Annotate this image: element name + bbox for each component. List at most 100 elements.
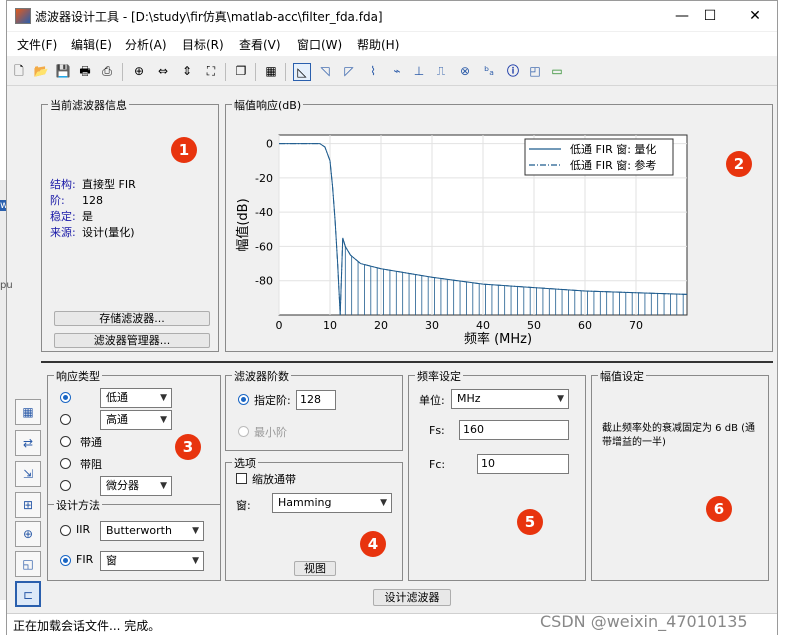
iir-method-select[interactable]: Butterworth ▼ xyxy=(100,521,204,541)
realize-icon[interactable]: ▭ xyxy=(549,63,565,79)
side-design-filter-button[interactable]: ⊏ xyxy=(15,581,41,607)
source-label: 来源: xyxy=(50,226,76,239)
menu-file[interactable]: 文件(F) xyxy=(17,36,57,53)
response-type-legend: 响应类型 xyxy=(54,368,102,384)
highpass-select[interactable]: 高通 ▼ xyxy=(100,410,172,430)
coefficients-icon[interactable]: ᵇₐ xyxy=(481,63,497,79)
x-tick-label: 60 xyxy=(578,319,592,332)
zoom-y-icon[interactable]: ⇕ xyxy=(179,63,195,79)
chevron-down-icon: ▼ xyxy=(380,498,387,508)
magnitude-chart: 0 10 20 30 40 50 60 70 0 -20 -40 -60 -80 频率 (MHz) 幅值… xyxy=(235,134,688,347)
fir-method-value: 窗 xyxy=(106,554,117,567)
filter-info-list: 结构: 直接型 FIR 阶: 128 稳定: 是 来源: 设计(量化) xyxy=(50,177,136,241)
chevron-down-icon: ▼ xyxy=(557,394,564,404)
badge-5: 5 xyxy=(517,509,543,535)
specify-order-label: 指定阶: xyxy=(254,394,291,407)
options-legend: 选项 xyxy=(232,455,258,471)
zoom-x-icon[interactable]: ⇔ xyxy=(155,63,171,79)
menu-target[interactable]: 目标(R) xyxy=(182,36,224,53)
store-filter-button[interactable]: 存储滤波器... xyxy=(54,311,210,326)
new-icon[interactable]: 🗋 xyxy=(11,63,27,79)
order-input[interactable]: 128 xyxy=(296,390,336,410)
radio-iir[interactable] xyxy=(60,525,71,536)
x-tick-label: 40 xyxy=(476,319,490,332)
group-delay-icon[interactable]: ⌇ xyxy=(365,63,381,79)
design-filter-button[interactable]: 设计滤波器 xyxy=(373,589,451,606)
bandstop-label: 带阻 xyxy=(80,458,102,471)
chevron-down-icon: ▼ xyxy=(160,481,167,491)
y-tick-label: -80 xyxy=(255,275,273,288)
print-icon[interactable]: 🖶 xyxy=(77,63,93,79)
magnitude-spec-text: 截止频率处的衰减固定为 6 dB (通带增益的一半) xyxy=(602,423,756,448)
info-icon[interactable]: ⓘ xyxy=(505,63,521,79)
order-label: 阶: xyxy=(50,194,65,207)
save-icon[interactable]: 💾 xyxy=(55,63,71,79)
units-label: 单位: xyxy=(419,394,445,407)
menu-analysis[interactable]: 分析(A) xyxy=(125,36,167,53)
x-tick-label: 30 xyxy=(425,319,439,332)
minimize-button[interactable]: — xyxy=(667,5,697,27)
options-panel: 选项 缩放通带 窗: Hamming ▼ 视图 xyxy=(225,455,403,581)
chevron-down-icon: ▼ xyxy=(160,415,167,425)
side-design-button[interactable]: ▦ xyxy=(15,399,41,425)
fir-label: FIR xyxy=(76,553,94,566)
phase-delay-icon[interactable]: ⌁ xyxy=(389,63,405,79)
side-realize-button[interactable]: ⊕ xyxy=(15,521,41,547)
impulse-icon[interactable]: ⊥ xyxy=(411,63,427,79)
badge-2: 2 xyxy=(726,151,752,177)
lowpass-select[interactable]: 低通 ▼ xyxy=(100,388,172,408)
radio-lowpass[interactable] xyxy=(60,392,71,403)
radio-minimum-order[interactable] xyxy=(238,426,249,437)
scale-passband-checkbox[interactable] xyxy=(236,473,247,484)
differentiator-select-value: 微分器 xyxy=(106,479,139,492)
menu-view[interactable]: 查看(V) xyxy=(239,36,281,53)
badge-6: 6 xyxy=(706,496,732,522)
fir-method-select[interactable]: 窗 ▼ xyxy=(100,551,204,571)
side-import-button[interactable]: ⇲ xyxy=(15,461,41,487)
new-window-icon[interactable]: ❐ xyxy=(233,63,249,79)
step-icon[interactable]: ⎍ xyxy=(433,63,449,79)
radio-bandstop[interactable] xyxy=(60,458,71,469)
window-select[interactable]: Hamming ▼ xyxy=(272,493,392,513)
magnitude-icon[interactable]: ◺ xyxy=(293,63,311,81)
radio-bandpass[interactable] xyxy=(60,436,71,447)
mag-phase-icon[interactable]: ◸ xyxy=(341,63,357,79)
radio-differentiator[interactable] xyxy=(60,480,71,491)
pole-zero-icon[interactable]: ⊗ xyxy=(457,63,473,79)
open-icon[interactable]: 📂 xyxy=(33,63,49,79)
view-button[interactable]: 视图 xyxy=(294,561,336,576)
radio-fir[interactable] xyxy=(60,555,71,566)
radio-highpass[interactable] xyxy=(60,414,71,425)
radio-specify-order[interactable] xyxy=(238,394,249,405)
filter-designer-window: 滤波器设计工具 - [D:\study\fir仿真\matlab-acc\fil… xyxy=(6,0,778,636)
magnitude-spec-legend: 幅值设定 xyxy=(598,368,646,384)
maximize-button[interactable]: ☐ xyxy=(695,5,725,27)
stable-label: 稳定: xyxy=(50,210,76,223)
menu-edit[interactable]: 编辑(E) xyxy=(71,36,112,53)
y-tick-label: -20 xyxy=(255,172,273,185)
filter-order-legend: 滤波器阶数 xyxy=(232,368,291,384)
close-button[interactable]: ✕ xyxy=(740,5,770,27)
fs-input[interactable]: 160 xyxy=(459,420,569,440)
filter-spec-icon[interactable]: ▦ xyxy=(263,63,279,79)
design-method-legend: 设计方法 xyxy=(54,497,102,513)
units-select[interactable]: MHz ▼ xyxy=(451,389,569,409)
cost-icon[interactable]: ◰ xyxy=(527,63,543,79)
side-pole-zero-button[interactable]: ◱ xyxy=(15,551,41,577)
menu-help[interactable]: 帮助(H) xyxy=(357,36,399,53)
menu-window[interactable]: 窗口(W) xyxy=(297,36,342,53)
filter-manager-button[interactable]: 滤波器管理器... xyxy=(54,333,210,348)
iir-label: IIR xyxy=(76,523,91,536)
side-transform-button[interactable]: ⇄ xyxy=(15,430,41,456)
phase-icon[interactable]: ◹ xyxy=(317,63,333,79)
full-view-icon[interactable]: ⛶ xyxy=(203,63,219,79)
print-preview-icon[interactable]: ⎙ xyxy=(99,63,115,79)
magnitude-spec-panel: 幅值设定 截止频率处的衰减固定为 6 dB (通带增益的一半) xyxy=(591,368,769,581)
fc-input[interactable]: 10 xyxy=(477,454,569,474)
differentiator-select[interactable]: 微分器 ▼ xyxy=(100,476,172,496)
zoom-in-icon[interactable]: ⊕ xyxy=(131,63,147,79)
side-quantize-button[interactable]: ⊞ xyxy=(15,492,41,518)
x-tick-label: 10 xyxy=(323,319,337,332)
fs-label: Fs: xyxy=(429,424,445,437)
x-tick-label: 70 xyxy=(629,319,643,332)
